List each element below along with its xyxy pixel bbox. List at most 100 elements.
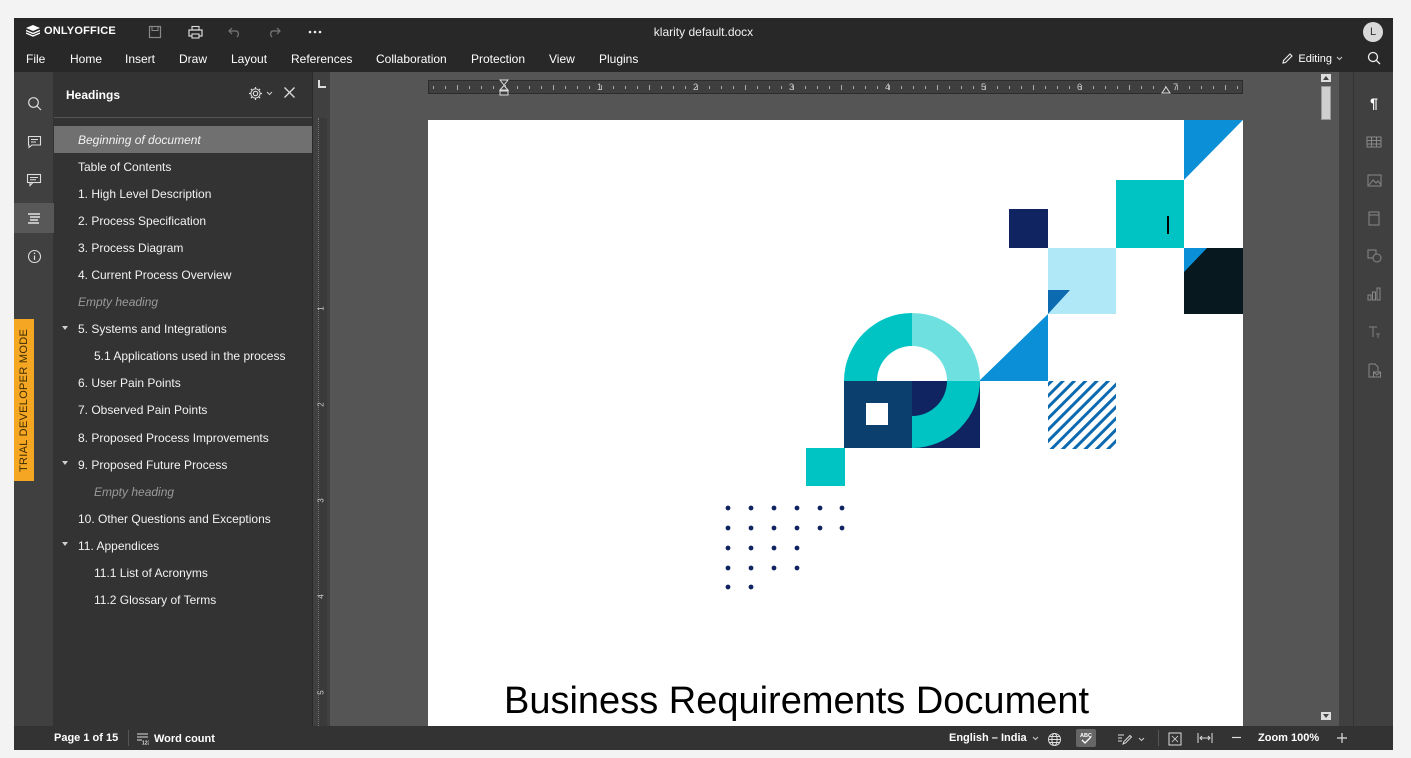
page-indicator[interactable]: Page 1 of 15 — [54, 732, 118, 744]
spell-check-icon[interactable]: ABC — [1076, 729, 1096, 747]
trial-developer-mode-badge: TRIAL DEVELOPER MODE — [14, 319, 34, 481]
collapse-caret-icon[interactable] — [62, 461, 68, 466]
track-changes-icon — [1118, 734, 1133, 745]
table-settings-icon[interactable] — [1354, 127, 1393, 157]
document-canvas[interactable]: 1 2 3 4 5 1 2 3 4 5 6 7 Business Require… — [314, 72, 1339, 726]
paragraph-settings-icon[interactable]: ¶ — [1354, 88, 1393, 118]
menu-plugins[interactable]: Plugins — [599, 52, 638, 66]
menu-home[interactable]: Home — [70, 52, 102, 66]
document-page[interactable]: Business Requirements Document — [428, 120, 1243, 726]
image-settings-icon[interactable] — [1354, 165, 1393, 195]
document-language-icon[interactable] — [1047, 732, 1062, 747]
heading-item[interactable]: 11.2 Glossary of Terms — [54, 587, 312, 614]
ruler-tick — [1105, 86, 1106, 89]
zoom-in-icon[interactable] — [1336, 732, 1348, 744]
text-art-settings-icon[interactable] — [1354, 317, 1393, 347]
chart-settings-icon[interactable] — [1354, 279, 1393, 309]
about-info-icon[interactable] — [14, 241, 54, 271]
svg-text:123: 123 — [142, 741, 149, 746]
scroll-down-icon[interactable] — [1321, 712, 1331, 720]
ruler-number: 5 — [981, 82, 987, 92]
fit-width-icon[interactable] — [1197, 732, 1213, 744]
ruler-tick — [1093, 86, 1094, 89]
heading-item[interactable]: 5.1 Applications used in the process — [54, 343, 312, 370]
menu-insert[interactable]: Insert — [125, 52, 155, 66]
heading-item[interactable]: 1. High Level Description — [54, 180, 312, 207]
menu-collaboration[interactable]: Collaboration — [376, 52, 447, 66]
editing-mode-dropdown[interactable]: Editing — [1281, 52, 1343, 65]
vruler-number: 2 — [316, 402, 326, 407]
document-title: klarity default.docx — [653, 25, 754, 39]
zoom-out-icon[interactable] — [1231, 732, 1242, 743]
status-divider — [128, 730, 129, 746]
ruler-tick — [625, 86, 626, 89]
status-divider — [1158, 730, 1159, 746]
heading-item[interactable]: 11. Appendices — [54, 532, 312, 559]
language-dropdown[interactable]: English – India — [949, 732, 1039, 744]
horizontal-ruler[interactable]: 1 2 3 4 5 6 7 — [428, 79, 1243, 97]
find-icon[interactable] — [14, 88, 54, 118]
heading-item[interactable]: 4. Current Process Overview — [54, 261, 312, 288]
vertical-scrollbar[interactable] — [1321, 72, 1331, 726]
heading-item[interactable]: 8. Proposed Process Improvements — [54, 424, 312, 451]
ruler-tick — [649, 85, 650, 90]
ruler-tick — [817, 86, 818, 89]
menu-view[interactable]: View — [549, 52, 575, 66]
shape-settings-icon[interactable] — [1354, 241, 1393, 271]
word-count-button[interactable]: 123 Word count — [136, 732, 215, 745]
menu-draw[interactable]: Draw — [179, 52, 207, 66]
close-panel-button[interactable] — [283, 86, 296, 104]
collapse-caret-icon[interactable] — [62, 542, 68, 547]
search-icon[interactable] — [1367, 51, 1381, 68]
right-indent-marker-icon[interactable] — [1161, 84, 1171, 94]
heading-item[interactable]: 2. Process Specification — [54, 207, 312, 234]
heading-item-empty[interactable]: Empty heading — [54, 478, 312, 505]
title-bar: ONLYOFFICE klarity default.docx L — [14, 18, 1393, 46]
collapse-caret-icon[interactable] — [62, 325, 68, 330]
menu-references[interactable]: References — [291, 52, 352, 66]
zoom-level[interactable]: Zoom 100% — [1258, 732, 1319, 744]
menu-file[interactable]: File — [26, 52, 45, 66]
heading-item[interactable]: 3. Process Diagram — [54, 234, 312, 261]
mail-merge-settings-icon[interactable] — [1354, 355, 1393, 385]
heading-item[interactable]: 6. User Pain Points — [54, 370, 312, 397]
heading-item[interactable]: 5. Systems and Integrations — [54, 316, 312, 343]
track-changes-button[interactable] — [1117, 732, 1145, 746]
chat-icon[interactable] — [14, 165, 54, 195]
fit-page-icon[interactable] — [1168, 732, 1182, 746]
scroll-thumb[interactable] — [1321, 86, 1331, 120]
tab-stop-selector[interactable] — [318, 80, 326, 88]
ruler-tick — [529, 86, 530, 89]
heading-item[interactable]: 9. Proposed Future Process — [54, 451, 312, 478]
comments-icon[interactable] — [14, 127, 54, 157]
heading-item[interactable]: 7. Observed Pain Points — [54, 397, 312, 424]
ruler-tick — [1009, 86, 1010, 89]
headings-settings-button[interactable] — [248, 86, 273, 101]
vruler-number: 3 — [316, 498, 326, 503]
headings-navigation-icon[interactable] — [14, 203, 54, 233]
menu-protection[interactable]: Protection — [471, 52, 525, 66]
indent-marker-icon[interactable] — [499, 79, 509, 97]
chevron-down-icon — [1032, 736, 1038, 740]
header-footer-settings-icon[interactable] — [1354, 203, 1393, 233]
ruler-tick — [1129, 85, 1130, 90]
ruler-tick — [1225, 85, 1226, 90]
ruler-tick — [469, 86, 470, 89]
heading-item-empty[interactable]: Empty heading — [54, 289, 312, 316]
left-sidebar: TRIAL DEVELOPER MODE — [14, 72, 54, 726]
ruler-tick — [613, 86, 614, 89]
heading-item[interactable]: Table of Contents — [54, 153, 312, 180]
menu-layout[interactable]: Layout — [231, 52, 267, 66]
user-avatar[interactable]: L — [1363, 22, 1383, 42]
ruler-tick — [901, 86, 902, 89]
scroll-up-icon[interactable] — [1321, 74, 1331, 82]
heading-item[interactable]: 11.1 List of Acronyms — [54, 560, 312, 587]
heading-item[interactable]: 10. Other Questions and Exceptions — [54, 505, 312, 532]
ruler-tick — [493, 86, 494, 89]
pencil-icon — [1282, 53, 1294, 64]
ruler-number: 2 — [693, 82, 699, 92]
vertical-ruler[interactable]: 1 2 3 4 5 — [314, 72, 330, 726]
headings-panel-header: Headings — [54, 72, 312, 118]
ruler-tick — [913, 86, 914, 89]
heading-item[interactable]: Beginning of document — [54, 126, 312, 154]
